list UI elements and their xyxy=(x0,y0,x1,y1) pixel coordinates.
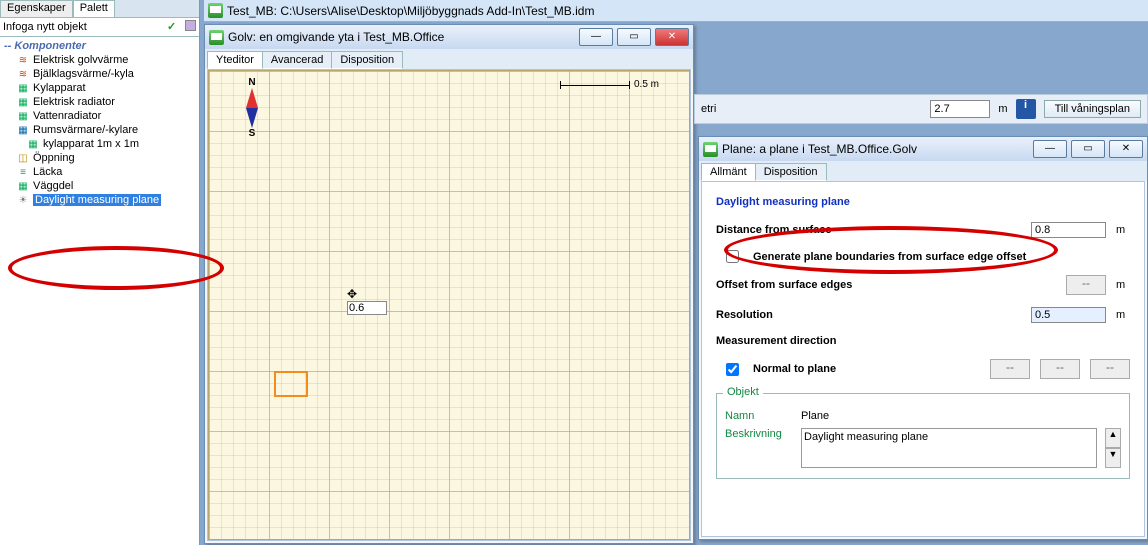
close-button[interactable]: ✕ xyxy=(655,28,689,46)
tab-properties[interactable]: Egenskaper xyxy=(0,0,73,17)
compass-s-label: S xyxy=(239,128,265,139)
tab-disposition[interactable]: Disposition xyxy=(331,51,403,69)
unit-m: m xyxy=(1116,309,1130,321)
tree-item-golvvarme[interactable]: ≋Elektrisk golvvärme xyxy=(4,53,195,67)
doc-body: N S 0.5 m ✥ xyxy=(207,69,691,541)
plane-tabs: Allmänt Disposition xyxy=(699,161,1147,181)
geometry-fragment: etri m i Till våningsplan xyxy=(694,94,1148,124)
app-icon xyxy=(208,3,223,18)
doc-titlebar[interactable]: Golv: en omgivande yta i Test_MB.Office … xyxy=(205,25,693,49)
tab-palette[interactable]: Palett xyxy=(73,0,115,17)
cursor-icon: ✥ xyxy=(347,287,387,301)
dir-x: -- xyxy=(990,359,1030,379)
distance-input[interactable] xyxy=(1031,222,1106,238)
surface-editor-window: Golv: en omgivande yta i Test_MB.Office … xyxy=(204,24,694,544)
app-icon xyxy=(703,142,718,157)
row-normal: Normal to plane -- -- -- xyxy=(716,359,1130,379)
row-desc: Beskrivning ▲▼ xyxy=(725,428,1121,468)
frag-unit: m xyxy=(998,103,1007,115)
app-icon xyxy=(209,30,224,45)
tree-item-vaggdel[interactable]: ▦Väggdel xyxy=(4,179,195,193)
main-title: Test_MB: C:\Users\Alise\Desktop\Miljöbyg… xyxy=(227,4,594,18)
row-distance: Distance from surface m xyxy=(716,222,1130,238)
insert-label: Infoga nytt objekt xyxy=(3,21,87,33)
row-generate: Generate plane boundaries from surface e… xyxy=(716,250,1130,263)
category-icon[interactable] xyxy=(185,20,196,31)
main-titlebar: Test_MB: C:\Users\Alise\Desktop\Miljöbyg… xyxy=(204,0,1148,22)
frag-label: etri xyxy=(701,103,716,115)
tree-item-lacka[interactable]: ≡Läcka xyxy=(4,165,195,179)
to-floorplan-button[interactable]: Till våningsplan xyxy=(1044,100,1141,118)
unit-m: m xyxy=(1116,224,1130,236)
tree-item-kylapparat[interactable]: ▦Kylapparat xyxy=(4,81,195,95)
object-legend: Objekt xyxy=(723,386,763,398)
doc-tabs: Yteditor Avancerad Disposition xyxy=(205,49,693,69)
maximize-button[interactable]: ▭ xyxy=(617,28,651,46)
section-header: Daylight measuring plane xyxy=(716,196,1130,208)
plane-title: Plane: a plane i Test_MB.Office.Golv xyxy=(722,142,917,156)
row-name: Namn Plane xyxy=(725,410,1121,422)
tree-item-kyl1m[interactable]: ▦kylapparat 1m x 1m xyxy=(4,137,195,151)
tab-allmant[interactable]: Allmänt xyxy=(701,163,756,181)
normal-label: Normal to plane xyxy=(753,363,980,375)
tree-item-daylight[interactable]: ☀Daylight measuring plane xyxy=(4,193,195,207)
cursor-target[interactable]: ✥ xyxy=(347,287,387,315)
confirm-icon[interactable]: ✓ xyxy=(167,20,181,34)
name-value: Plane xyxy=(801,410,829,422)
scale-bar: 0.5 m xyxy=(560,79,659,90)
close-button[interactable]: ✕ xyxy=(1109,140,1143,158)
scale-label: 0.5 m xyxy=(634,79,659,90)
frag-value[interactable] xyxy=(930,100,990,118)
left-panel: Egenskaper Palett Infoga nytt objekt ✓ -… xyxy=(0,0,200,545)
left-tabs: Egenskaper Palett xyxy=(0,0,199,18)
compass-north-arrow xyxy=(246,88,258,108)
generate-label: Generate plane boundaries from surface e… xyxy=(753,251,1026,263)
tree-item-oppning[interactable]: ◫Öppning xyxy=(4,151,195,165)
scale-bar-line xyxy=(560,81,630,89)
doc-title: Golv: en omgivande yta i Test_MB.Office xyxy=(228,30,444,44)
tree-item-elradiator[interactable]: ▦Elektrisk radiator xyxy=(4,95,195,109)
tree-item-vattenrad[interactable]: ▦Vattenradiator xyxy=(4,109,195,123)
resolution-input[interactable] xyxy=(1031,307,1106,323)
distance-label: Distance from surface xyxy=(716,224,1021,236)
tab-disposition2[interactable]: Disposition xyxy=(755,163,827,181)
minimize-button[interactable]: — xyxy=(1033,140,1067,158)
plane-window: Plane: a plane i Test_MB.Office.Golv — ▭… xyxy=(698,136,1148,540)
row-offset: Offset from surface edges -- m xyxy=(716,275,1130,295)
tree-item-bjalklag[interactable]: ≋Bjälklagsvärme/-kyla xyxy=(4,67,195,81)
normal-checkbox[interactable] xyxy=(726,363,739,376)
desc-key: Beskrivning xyxy=(725,428,793,468)
tab-yteditor[interactable]: Yteditor xyxy=(207,51,263,69)
dir-z: -- xyxy=(1090,359,1130,379)
dir-y: -- xyxy=(1040,359,1080,379)
tab-avancerad[interactable]: Avancerad xyxy=(262,51,332,69)
insert-row: Infoga nytt objekt ✓ xyxy=(0,18,199,37)
compass: N S xyxy=(239,77,265,139)
placement-marker[interactable] xyxy=(274,371,308,397)
compass-south-arrow xyxy=(246,108,258,128)
plane-titlebar[interactable]: Plane: a plane i Test_MB.Office.Golv — ▭… xyxy=(699,137,1147,161)
maximize-button[interactable]: ▭ xyxy=(1071,140,1105,158)
offset-input: -- xyxy=(1066,275,1106,295)
canvas-area[interactable]: N S 0.5 m ✥ xyxy=(208,70,690,540)
component-tree: -- Komponenter ≋Elektrisk golvvärme ≋Bjä… xyxy=(0,37,199,209)
cursor-value-input[interactable] xyxy=(347,301,387,315)
textarea-scroll[interactable]: ▲▼ xyxy=(1105,428,1121,468)
name-key: Namn xyxy=(725,410,793,422)
info-icon[interactable]: i xyxy=(1016,99,1036,119)
resolution-label: Resolution xyxy=(716,309,1021,321)
object-group: Objekt Namn Plane Beskrivning ▲▼ xyxy=(716,393,1130,479)
tree-header: -- Komponenter xyxy=(4,39,195,53)
minimize-button[interactable]: — xyxy=(579,28,613,46)
tree-item-rumsvarm[interactable]: ▦Rumsvärmare/-kylare xyxy=(4,123,195,137)
measurement-direction-label: Measurement direction xyxy=(716,335,1130,347)
desc-textarea[interactable] xyxy=(801,428,1097,468)
compass-n-label: N xyxy=(239,77,265,88)
row-resolution: Resolution m xyxy=(716,307,1130,323)
generate-checkbox[interactable] xyxy=(726,250,739,263)
plane-body: Daylight measuring plane Distance from s… xyxy=(701,181,1145,537)
unit-m: m xyxy=(1116,279,1130,291)
offset-label: Offset from surface edges xyxy=(716,279,1056,291)
